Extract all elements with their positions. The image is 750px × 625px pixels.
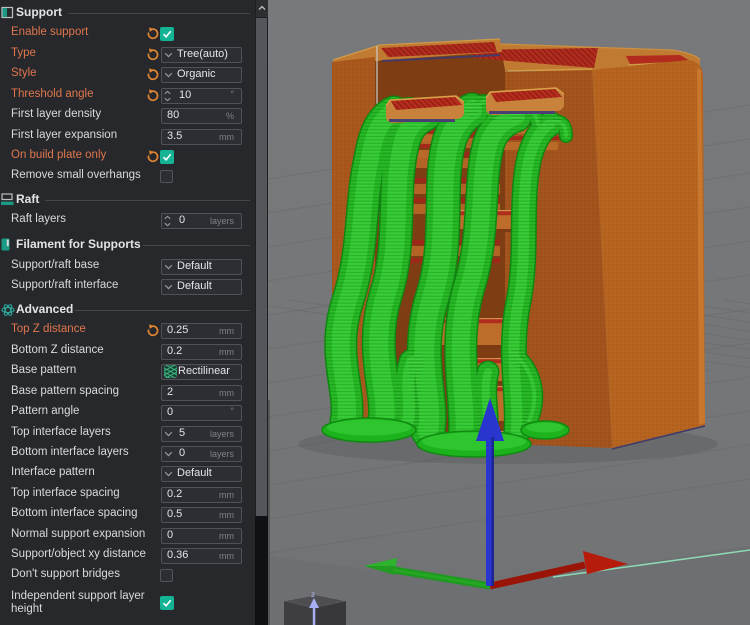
svg-text:z: z	[311, 590, 315, 599]
